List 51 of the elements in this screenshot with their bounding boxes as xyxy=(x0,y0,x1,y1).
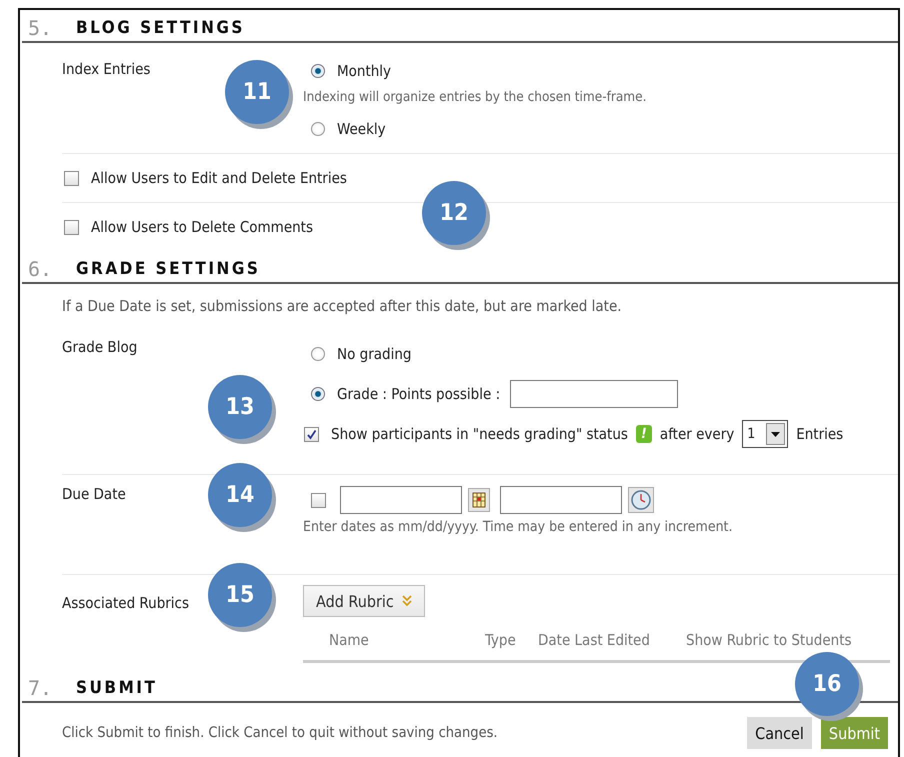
checkbox-label: after every xyxy=(660,425,734,443)
hint-text: Indexing will organize entries by the chosen time-frame. xyxy=(303,88,648,107)
section-title: BLOG SETTINGS xyxy=(76,17,245,39)
radio-label: Grade : Points possible : xyxy=(337,385,500,403)
instruction-text: If a Due Date is set, submissions are accepted after this date, but are marked late. xyxy=(62,296,623,316)
section-title: GRADE SETTINGS xyxy=(76,258,260,280)
checkbox-label: Show participants in "needs grading" status xyxy=(331,425,628,443)
section-title: SUBMIT xyxy=(76,677,158,699)
checkbox[interactable] xyxy=(311,492,326,508)
radio-label: Monthly xyxy=(337,62,392,80)
callout-badge: 15 xyxy=(208,563,272,627)
points-field[interactable] xyxy=(510,380,678,408)
column-header: Type xyxy=(485,632,517,649)
callout-badge: 12 xyxy=(422,181,486,245)
checkbox[interactable] xyxy=(64,170,79,186)
radio-button[interactable] xyxy=(311,347,325,361)
calendar-icon[interactable] xyxy=(468,488,490,512)
cancel-button[interactable]: Cancel xyxy=(747,717,812,749)
radio-label: Weekly xyxy=(337,120,386,138)
callout-badge: 14 xyxy=(208,463,272,527)
date-field[interactable] xyxy=(340,486,462,514)
column-header: Name xyxy=(329,632,370,649)
checkbox[interactable] xyxy=(304,426,319,442)
instruction-text: Click Submit to finish. Click Cancel to quit without saving changes. xyxy=(62,725,498,741)
section-number: 5. xyxy=(27,17,54,39)
callout-badge: 11 xyxy=(225,60,289,124)
needs-grading-badge: ! xyxy=(636,425,652,443)
count-dropdown[interactable]: 1 xyxy=(742,420,788,448)
radio-button[interactable] xyxy=(311,122,325,136)
checkbox[interactable] xyxy=(64,220,79,234)
radio-label: No grading xyxy=(337,345,412,363)
clock-icon[interactable] xyxy=(628,487,654,513)
callout-badge: 13 xyxy=(208,375,272,439)
column-header: Show Rubric to Students xyxy=(686,632,852,649)
radio-button[interactable] xyxy=(311,387,325,401)
time-field[interactable] xyxy=(500,486,622,514)
hint-text: Enter dates as mm/dd/yyyy. Time may be entered in any increment. xyxy=(303,518,734,537)
field-label: Index Entries xyxy=(62,60,150,78)
chevron-down-icon xyxy=(402,595,412,607)
field-label: Associated Rubrics xyxy=(62,594,190,612)
checkbox-label: Allow Users to Edit and Delete Entries xyxy=(91,169,347,187)
checkbox-label: Allow Users to Delete Comments xyxy=(91,218,313,236)
column-header: Date Last Edited xyxy=(538,632,651,649)
section-number: 7. xyxy=(27,677,54,699)
field-label: Grade Blog xyxy=(62,338,138,356)
add-rubric-button[interactable]: Add Rubric xyxy=(303,585,425,617)
checkbox-label: Entries xyxy=(796,425,844,443)
radio-button[interactable] xyxy=(311,64,325,78)
callout-badge: 16 xyxy=(795,652,859,716)
section-number: 6. xyxy=(27,258,54,280)
field-label: Due Date xyxy=(62,485,126,503)
